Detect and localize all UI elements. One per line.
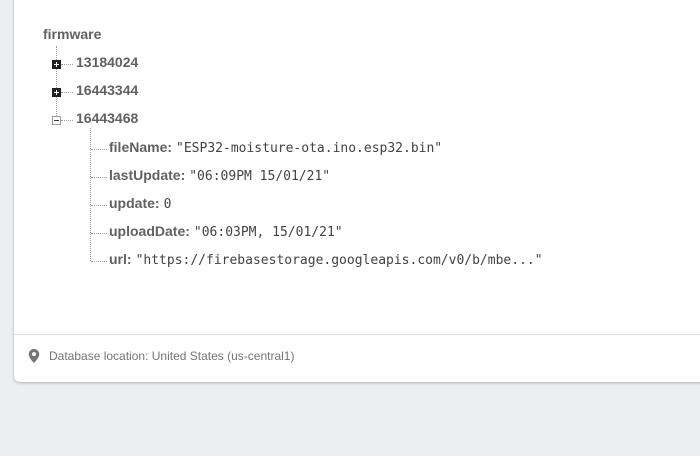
location-pin-icon <box>28 349 40 363</box>
database-location-text: Database location: United States (us-cen… <box>49 349 295 363</box>
field-value[interactable]: 0 <box>164 197 172 212</box>
field-url[interactable]: url: "https://firebasestorage.googleapis.… <box>109 251 543 268</box>
tree-connector <box>61 92 73 93</box>
field-value[interactable]: "ESP32-moisture-ota.ino.esp32.bin" <box>176 141 442 156</box>
tree-node-13184024[interactable]: 13184024 <box>76 54 138 70</box>
field-value[interactable]: "https://firebasestorage.googleapis.com/… <box>136 253 543 268</box>
field-key: update: <box>109 195 160 211</box>
expand-icon[interactable] <box>52 88 61 97</box>
field-fileName[interactable]: fileName: "ESP32-moisture-ota.ino.esp32.b… <box>109 139 442 156</box>
field-key: lastUpdate: <box>109 167 186 183</box>
tree-connector <box>61 64 73 65</box>
tree-connector <box>61 120 73 121</box>
field-update[interactable]: update: 0 <box>109 195 171 212</box>
tree-connector <box>56 46 57 120</box>
field-key: fileName: <box>109 139 173 155</box>
collapse-icon[interactable] <box>52 116 61 125</box>
tree-node-16443468[interactable]: 16443468 <box>76 110 138 126</box>
tree-root-firmware[interactable]: firmware <box>43 26 101 42</box>
field-uploadDate[interactable]: uploadDate: "06:03PM, 15/01/21" <box>109 223 343 240</box>
tree-connector <box>91 205 107 206</box>
footer-divider <box>14 334 700 335</box>
field-lastUpdate[interactable]: lastUpdate: "06:09PM 15/01/21" <box>109 167 330 184</box>
field-key: uploadDate: <box>109 223 190 239</box>
tree-connector <box>91 149 107 150</box>
field-value[interactable]: "06:09PM 15/01/21" <box>189 169 330 184</box>
tree-connector <box>90 128 91 261</box>
field-key: url: <box>109 251 132 267</box>
tree-connector <box>91 177 107 178</box>
field-value[interactable]: "06:03PM, 15/01/21" <box>194 225 343 240</box>
data-tree: firmware 13184024 16443344 16443468 file… <box>14 0 700 334</box>
tree-connector <box>91 233 107 234</box>
database-location-footer: Database location: United States (us-cen… <box>28 349 294 363</box>
tree-connector <box>91 261 107 262</box>
database-card: firmware 13184024 16443344 16443468 file… <box>14 0 700 382</box>
tree-node-16443344[interactable]: 16443344 <box>76 82 138 98</box>
expand-icon[interactable] <box>52 60 61 69</box>
